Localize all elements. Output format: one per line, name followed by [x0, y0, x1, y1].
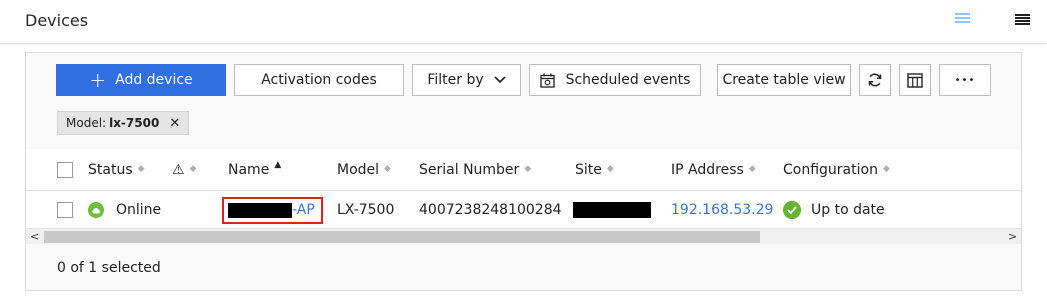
horizontal-scrollbar[interactable]: < >	[26, 228, 1021, 244]
column-model[interactable]: Model ◆	[337, 149, 391, 190]
table-header: Status ◆ ⚠ ◆ Name ▲ Model ◆ Serial Number ◆ S…	[26, 149, 1021, 191]
row-checkbox[interactable]	[57, 191, 73, 229]
column-serial-label: Serial Number	[419, 161, 520, 178]
create-table-view-label: Create table view	[722, 72, 846, 88]
column-site-label: Site	[575, 161, 602, 178]
add-device-button[interactable]: + Add device	[56, 64, 226, 96]
ip-address-link[interactable]: 192.168.53.29	[671, 191, 773, 229]
add-device-label: Add device	[115, 72, 193, 88]
more-options-button[interactable]: •••	[939, 64, 991, 96]
column-name[interactable]: Name ▲	[228, 149, 281, 190]
selection-count: 0 of 1 selected	[57, 260, 161, 276]
cloud-online-icon	[88, 202, 104, 218]
page-title: Devices	[25, 11, 89, 30]
activation-codes-label: Activation codes	[261, 72, 377, 88]
create-table-view-button[interactable]: Create table view	[717, 64, 851, 96]
close-icon[interactable]: ✕	[169, 116, 180, 131]
sort-icon: ◆	[882, 164, 890, 174]
status-cell: Online	[88, 191, 161, 229]
sort-icon: ◆	[189, 164, 197, 174]
redacted-block	[228, 202, 292, 218]
sort-ascending-icon: ▲	[274, 160, 282, 170]
column-ip[interactable]: IP Address ◆	[671, 149, 756, 190]
model-cell: LX-7500	[337, 202, 395, 218]
scroll-left-icon[interactable]: <	[30, 229, 39, 245]
column-configuration-label: Configuration	[783, 161, 878, 178]
column-settings-button[interactable]	[899, 64, 931, 96]
filter-chip-value: lx-7500	[109, 116, 160, 130]
calendar-icon	[539, 73, 555, 88]
column-ip-label: IP Address	[671, 161, 744, 178]
page-header: Devices	[0, 0, 1047, 44]
status-text: Online	[116, 202, 162, 218]
scheduled-events-label: Scheduled events	[565, 72, 691, 88]
model-filter-chip: Model: lx-7500 ✕	[57, 111, 190, 135]
activation-codes-button[interactable]: Activation codes	[234, 64, 404, 96]
chevron-down-icon	[494, 76, 506, 84]
sort-icon: ◆	[748, 164, 756, 174]
redacted-block	[573, 202, 651, 218]
table-columns-icon	[907, 72, 923, 88]
filter-chip-prefix: Model:	[66, 116, 107, 130]
table-row[interactable]: Online -AP LX-7500 4007238248100284 192.…	[26, 191, 1021, 229]
sort-icon: ◆	[524, 164, 532, 174]
checkmark-icon	[783, 201, 801, 219]
list-view-icon[interactable]	[955, 13, 970, 27]
refresh-button[interactable]	[859, 64, 891, 96]
device-name-link[interactable]: -AP	[228, 191, 315, 229]
column-site[interactable]: Site ◆	[575, 149, 614, 190]
scrollbar-thumb[interactable]	[44, 231, 760, 243]
sort-icon: ◆	[606, 164, 614, 174]
column-model-label: Model	[337, 161, 380, 178]
plus-icon: +	[89, 68, 107, 92]
select-all-checkbox[interactable]	[57, 149, 73, 190]
configuration-cell: Up to date	[783, 191, 885, 229]
compact-view-icon[interactable]	[1015, 14, 1030, 26]
sort-icon: ◆	[137, 164, 145, 174]
column-serial[interactable]: Serial Number ◆	[419, 149, 531, 190]
column-configuration[interactable]: Configuration ◆	[783, 149, 890, 190]
column-status-label: Status	[88, 161, 133, 178]
devices-panel: + Add device Activation codes Filter by …	[25, 52, 1022, 291]
scroll-right-icon[interactable]: >	[1008, 229, 1017, 245]
device-name-suffix: -AP	[292, 202, 315, 218]
column-name-label: Name	[228, 161, 270, 178]
more-icon: •••	[954, 74, 976, 86]
refresh-icon	[868, 73, 882, 87]
filter-by-label: Filter by	[427, 72, 484, 88]
filter-by-button[interactable]: Filter by	[412, 64, 521, 96]
site-cell[interactable]	[573, 191, 651, 229]
warning-icon: ⚠	[172, 161, 185, 178]
scheduled-events-button[interactable]: Scheduled events	[529, 64, 701, 96]
column-alert[interactable]: ⚠ ◆	[172, 149, 196, 190]
configuration-text: Up to date	[811, 202, 885, 218]
sort-icon: ◆	[384, 164, 391, 174]
serial-cell: 4007238248100284	[419, 202, 562, 218]
column-status[interactable]: Status ◆	[88, 149, 145, 190]
